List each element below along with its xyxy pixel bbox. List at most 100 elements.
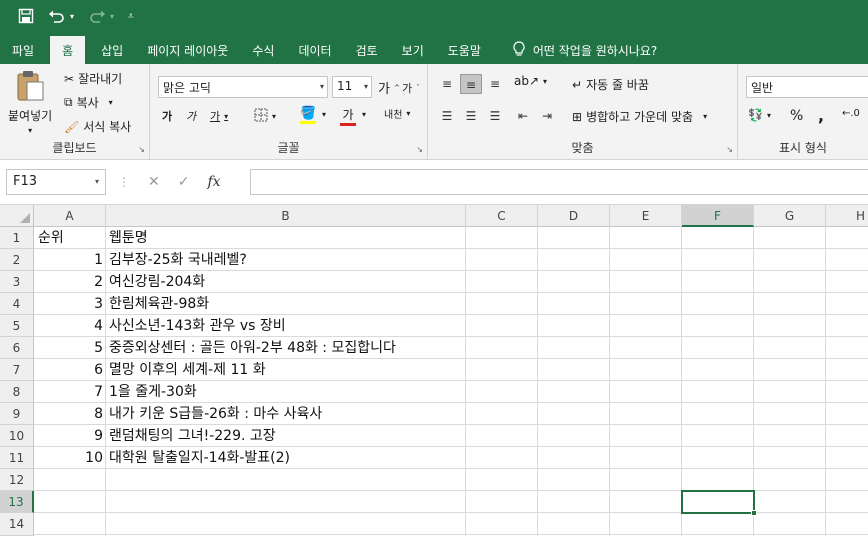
align-top-icon[interactable]: ≡	[436, 74, 458, 94]
cell-title[interactable]: 중증외상센터 : 골든 아워-2부 48화 : 모집합니다	[109, 337, 396, 359]
tab-home[interactable]: 홈	[50, 36, 86, 64]
font-color-button[interactable]: 가	[340, 106, 356, 126]
align-right-icon[interactable]: ☰	[484, 106, 506, 126]
tab-file[interactable]: 파일	[0, 36, 46, 64]
copy-button[interactable]: ⧉ 복사 ▾	[64, 94, 113, 111]
tab-insert[interactable]: 삽입	[89, 36, 135, 64]
align-left-icon[interactable]: ☰	[436, 106, 458, 126]
borders-button[interactable]: ▾	[254, 108, 276, 125]
align-middle-icon[interactable]: ≡	[460, 74, 482, 94]
cell-title[interactable]: 여신강림-204화	[109, 271, 205, 293]
row-header-7[interactable]: 7	[0, 359, 34, 381]
tab-help[interactable]: 도움말	[436, 36, 493, 64]
worksheet-grid[interactable]: A B C D E F G H 1 2 3 4 5 6 7 8 9 10 11 …	[0, 205, 868, 536]
redo-dropdown-icon[interactable]: ▾	[110, 13, 114, 21]
column-header-e[interactable]: E	[610, 205, 682, 227]
active-cell-selection[interactable]	[681, 490, 757, 516]
row-header-6[interactable]: 6	[0, 337, 34, 359]
cell-a1[interactable]: 순위	[38, 227, 64, 249]
merge-center-button[interactable]: ⊞ 병합하고 가운데 맞춤 ▾	[572, 108, 707, 125]
font-name-combo[interactable]: 맑은 고딕 ▾	[158, 76, 328, 98]
column-header-b[interactable]: B	[106, 205, 466, 227]
cell-title[interactable]: 한림체육관-98화	[109, 293, 209, 315]
align-center-icon[interactable]: ☰	[460, 106, 482, 126]
wrap-text-button[interactable]: ↵ 자동 줄 바꿈	[572, 76, 649, 93]
insert-function-icon[interactable]: fx	[207, 174, 220, 190]
shrink-font-button[interactable]: 가ˇ	[402, 80, 420, 96]
row-header-12[interactable]: 12	[0, 469, 34, 491]
orientation-button[interactable]: ab↗ ▾	[514, 74, 547, 88]
row-header-8[interactable]: 8	[0, 381, 34, 403]
undo-icon[interactable]	[48, 8, 66, 27]
cell-rank[interactable]: 8	[34, 403, 103, 425]
undo-dropdown-icon[interactable]: ▾	[70, 13, 74, 21]
cell-rank[interactable]: 9	[34, 425, 103, 447]
cell-title[interactable]: 대학원 탈출일지-14화-발표(2)	[109, 447, 290, 469]
cell-title[interactable]: 김부장-25화 국내레벨?	[109, 249, 247, 271]
cut-button[interactable]: ✂ 잘라내기	[64, 70, 122, 87]
decrease-indent-icon[interactable]: ⇤	[512, 106, 534, 126]
comma-style-button[interactable]: ,	[818, 106, 824, 125]
cell-rank[interactable]: 7	[34, 381, 103, 403]
formula-input[interactable]	[250, 169, 868, 195]
row-header-14[interactable]: 14	[0, 513, 34, 536]
save-icon[interactable]	[18, 8, 34, 27]
row-header-11[interactable]: 11	[0, 447, 34, 469]
font-launcher-icon[interactable]: ↘	[416, 145, 423, 154]
cell-rank[interactable]: 3	[34, 293, 103, 315]
tell-me-box[interactable]: 어떤 작업을 원하시나요?	[501, 36, 669, 64]
fill-color-dropdown-icon[interactable]: ▾	[322, 110, 326, 119]
percent-style-button[interactable]: %	[790, 108, 803, 124]
cell-title[interactable]: 내가 키운 S급들-26화 : 마수 사육사	[109, 403, 322, 425]
column-header-d[interactable]: D	[538, 205, 610, 227]
row-header-2[interactable]: 2	[0, 249, 34, 271]
tab-data[interactable]: 데이터	[286, 36, 343, 64]
row-header-13[interactable]: 13	[0, 491, 34, 513]
cell-rank[interactable]: 1	[34, 249, 103, 271]
phonetic-button[interactable]: 내천 ▾	[384, 106, 410, 121]
increase-indent-icon[interactable]: ⇥	[536, 106, 558, 126]
cell-title[interactable]: 1을 줄게-30화	[109, 381, 197, 403]
number-format-combo[interactable]: 일반	[746, 76, 868, 98]
enter-icon[interactable]: ✓	[178, 174, 190, 190]
row-header-4[interactable]: 4	[0, 293, 34, 315]
underline-button[interactable]: 가 ▾	[210, 108, 228, 124]
alignment-launcher-icon[interactable]: ↘	[726, 145, 733, 154]
grow-font-button[interactable]: 가 ^	[378, 78, 400, 97]
cell-rank[interactable]: 6	[34, 359, 103, 381]
column-header-c[interactable]: C	[466, 205, 538, 227]
tab-review[interactable]: 검토	[344, 36, 390, 64]
cell-title[interactable]: 랜덤채팅의 그녀!-229. 고장	[109, 425, 276, 447]
row-header-9[interactable]: 9	[0, 403, 34, 425]
fill-color-button[interactable]: 🪣	[300, 106, 316, 124]
clipboard-launcher-icon[interactable]: ↘	[138, 145, 145, 154]
format-painter-button[interactable]: 🖌 서식 복사	[64, 118, 131, 135]
cell-rank[interactable]: 5	[34, 337, 103, 359]
row-header-1[interactable]: 1	[0, 227, 34, 249]
cell-b1[interactable]: 웹툰명	[109, 227, 148, 249]
copy-dropdown-icon[interactable]: ▾	[109, 98, 113, 107]
column-header-h[interactable]: H	[826, 205, 868, 227]
paste-dropdown-icon[interactable]: ▾	[28, 126, 32, 135]
column-header-a[interactable]: A	[34, 205, 106, 227]
italic-button[interactable]: 가	[186, 108, 196, 124]
select-all-button[interactable]	[0, 205, 34, 227]
cell-rank[interactable]: 10	[34, 447, 103, 469]
cell-title[interactable]: 사신소년-143화 관우 vs 장비	[109, 315, 286, 337]
customize-qat-icon[interactable]: ⩡	[128, 12, 134, 22]
fill-handle[interactable]	[751, 510, 757, 516]
font-size-combo[interactable]: 11 ▾	[332, 76, 372, 98]
accounting-format-button[interactable]: 💱 ▾	[748, 108, 771, 122]
row-header-10[interactable]: 10	[0, 425, 34, 447]
row-header-3[interactable]: 3	[0, 271, 34, 293]
tab-page-layout[interactable]: 페이지 레이아웃	[135, 36, 240, 64]
align-bottom-icon[interactable]: ≡	[484, 74, 506, 94]
tab-view[interactable]: 보기	[390, 36, 436, 64]
redo-icon[interactable]	[88, 8, 106, 27]
name-box[interactable]: F13 ▾	[6, 169, 106, 195]
font-color-dropdown-icon[interactable]: ▾	[362, 110, 366, 119]
row-header-5[interactable]: 5	[0, 315, 34, 337]
bold-button[interactable]: 가	[162, 108, 172, 124]
column-header-g[interactable]: G	[754, 205, 826, 227]
increase-decimal-button[interactable]: ←.0	[842, 108, 860, 119]
